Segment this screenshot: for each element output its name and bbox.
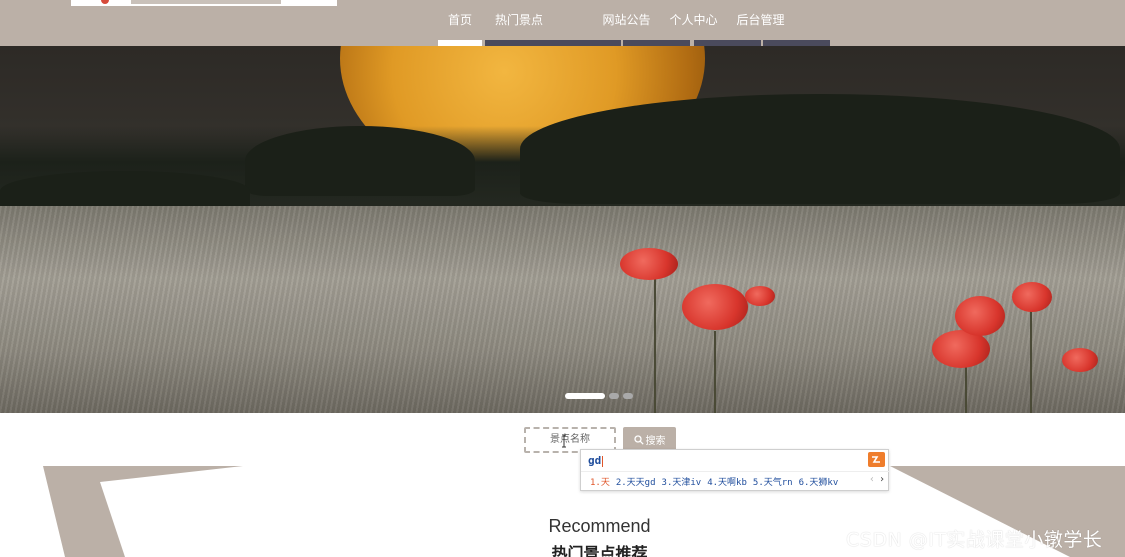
poppy-flower <box>1012 282 1052 312</box>
nav-item-label: 首页 <box>447 12 472 27</box>
poppy-flower <box>955 296 1005 336</box>
ime-candidate[interactable]: 4.天啊kb <box>707 475 747 488</box>
nav-item-admin[interactable]: 后台管理 <box>736 0 830 46</box>
search-icon <box>633 434 644 445</box>
ime-brand-icon <box>872 456 880 463</box>
search-button-label: 搜索 <box>645 436 666 447</box>
ime-candidate-list: 1.天 2.天天gd 3.天津iv 4.天啊kb 5.天气rn 6.天狮kv <box>581 471 890 491</box>
ime-candidate[interactable]: 5.天气rn <box>753 475 793 488</box>
ime-prev-page-icon[interactable]: ‹ <box>869 474 875 485</box>
poppy-flower <box>620 248 678 280</box>
site-logo[interactable] <box>71 0 337 6</box>
poppy-flower <box>745 286 775 306</box>
poppy-stem <box>654 276 656 413</box>
nav-item-label: 网站公告 <box>602 12 651 27</box>
hero-carousel[interactable] <box>0 46 1125 413</box>
ime-candidate[interactable]: 1.天 <box>590 475 610 488</box>
site-header: 首页 热门景点 网站公告 个人中心 后台管理 <box>0 0 1125 46</box>
nav-item-label: 后台管理 <box>736 12 785 27</box>
poppy-stem <box>714 331 716 413</box>
carousel-dot-2[interactable] <box>609 393 619 399</box>
ime-candidate[interactable]: 6.天狮kv <box>799 475 839 488</box>
ime-input-text: gd <box>588 454 602 467</box>
nav-item-hot-spots[interactable]: 热门景点 <box>485 0 621 46</box>
ime-logo-icon[interactable] <box>868 452 885 467</box>
logo-wordmark <box>131 0 281 4</box>
ime-page-nav: ‹ › <box>869 474 885 485</box>
tree-silhouette <box>520 94 1120 204</box>
nav-item-home[interactable]: 首页 <box>438 0 482 46</box>
nav-item-label: 热门景点 <box>494 12 543 27</box>
ime-candidate[interactable]: 3.天津iv <box>662 475 702 488</box>
logo-mark <box>101 0 109 4</box>
poppy-flower <box>682 284 748 330</box>
tree-silhouette <box>245 126 475 196</box>
poppy-stem <box>965 366 967 413</box>
search-placeholder: 景点名称 <box>550 434 590 445</box>
ime-composition: gd <box>588 454 604 467</box>
tree-silhouette <box>0 171 250 211</box>
ime-candidate[interactable]: 2.天天gd <box>616 475 656 488</box>
ime-candidate-popup: gd 1.天 2.天天gd 3.天津iv 4.天啊kb 5.天气rn 6.天狮k… <box>580 449 890 491</box>
ime-caret <box>602 455 604 467</box>
csdn-watermark: CSDN @IT实战课堂小镦学长 <box>846 529 1103 551</box>
poppy-stem <box>1030 306 1032 413</box>
carousel-dot-3[interactable] <box>623 393 633 399</box>
nav-item-label: 个人中心 <box>669 12 718 27</box>
poppy-flower <box>1062 348 1098 372</box>
carousel-indicators <box>565 393 633 399</box>
carousel-dot-1[interactable] <box>565 393 605 399</box>
text-cursor-icon <box>562 434 566 448</box>
ime-next-page-icon[interactable]: › <box>879 474 885 485</box>
main-nav: 首页 热门景点 网站公告 个人中心 后台管理 <box>438 0 830 46</box>
